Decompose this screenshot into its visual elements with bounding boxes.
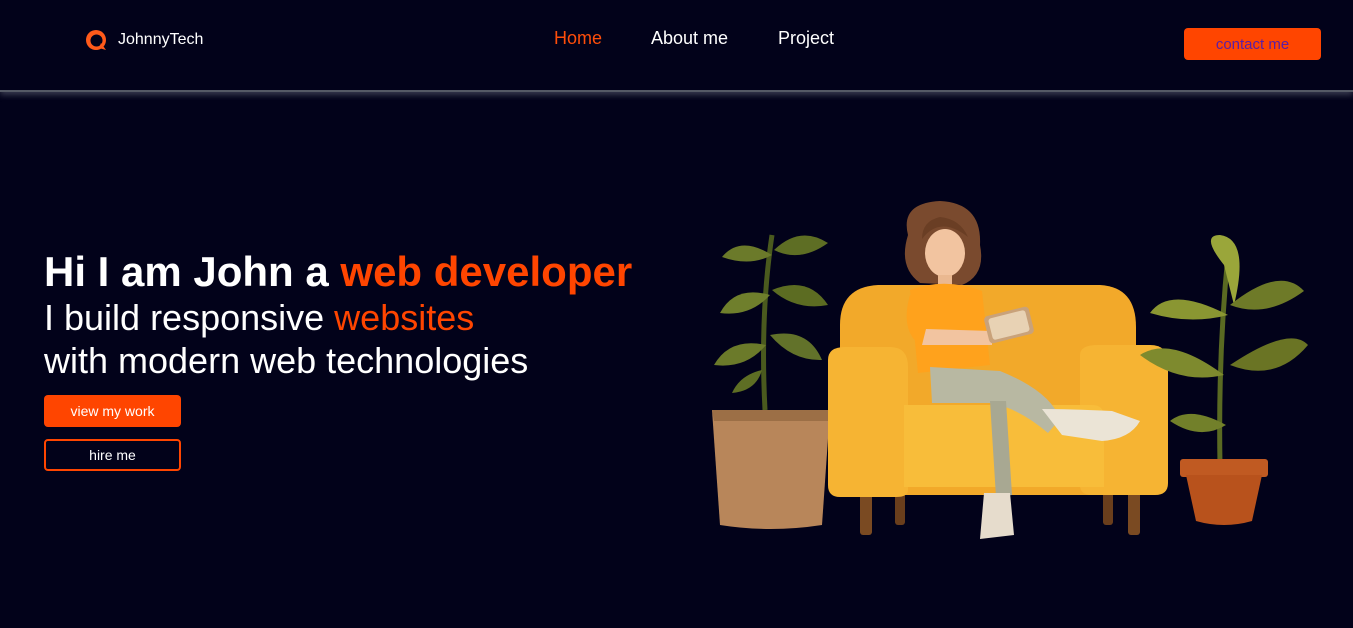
contact-me-button[interactable]: contact me <box>1184 28 1321 60</box>
navbar: JohnnyTech Home About me Project contact… <box>0 0 1353 90</box>
hero-line1-prefix: I build responsive <box>44 297 335 338</box>
hero-title: Hi I am John a web developer <box>44 248 632 296</box>
hero-illustration <box>712 201 1308 539</box>
nav-home[interactable]: Home <box>554 28 602 49</box>
hero-title-prefix: Hi I am John a <box>44 248 341 295</box>
logo-ring-icon <box>86 30 106 50</box>
hero-subtitle-line1: I build responsive websites <box>44 297 474 339</box>
hero-line1-accent: websites <box>334 297 475 338</box>
view-my-work-button[interactable]: view my work <box>44 395 181 427</box>
brand[interactable]: JohnnyTech <box>84 28 203 52</box>
hero-subtitle-line2: with modern web technologies <box>44 340 529 381</box>
nav-project[interactable]: Project <box>778 28 834 49</box>
nav-about-me[interactable]: About me <box>651 28 728 49</box>
left-plant-icon <box>712 234 830 529</box>
hire-me-button[interactable]: hire me <box>44 439 181 471</box>
brand-name: JohnnyTech <box>118 31 204 48</box>
hero-title-accent: web developer <box>340 248 633 295</box>
